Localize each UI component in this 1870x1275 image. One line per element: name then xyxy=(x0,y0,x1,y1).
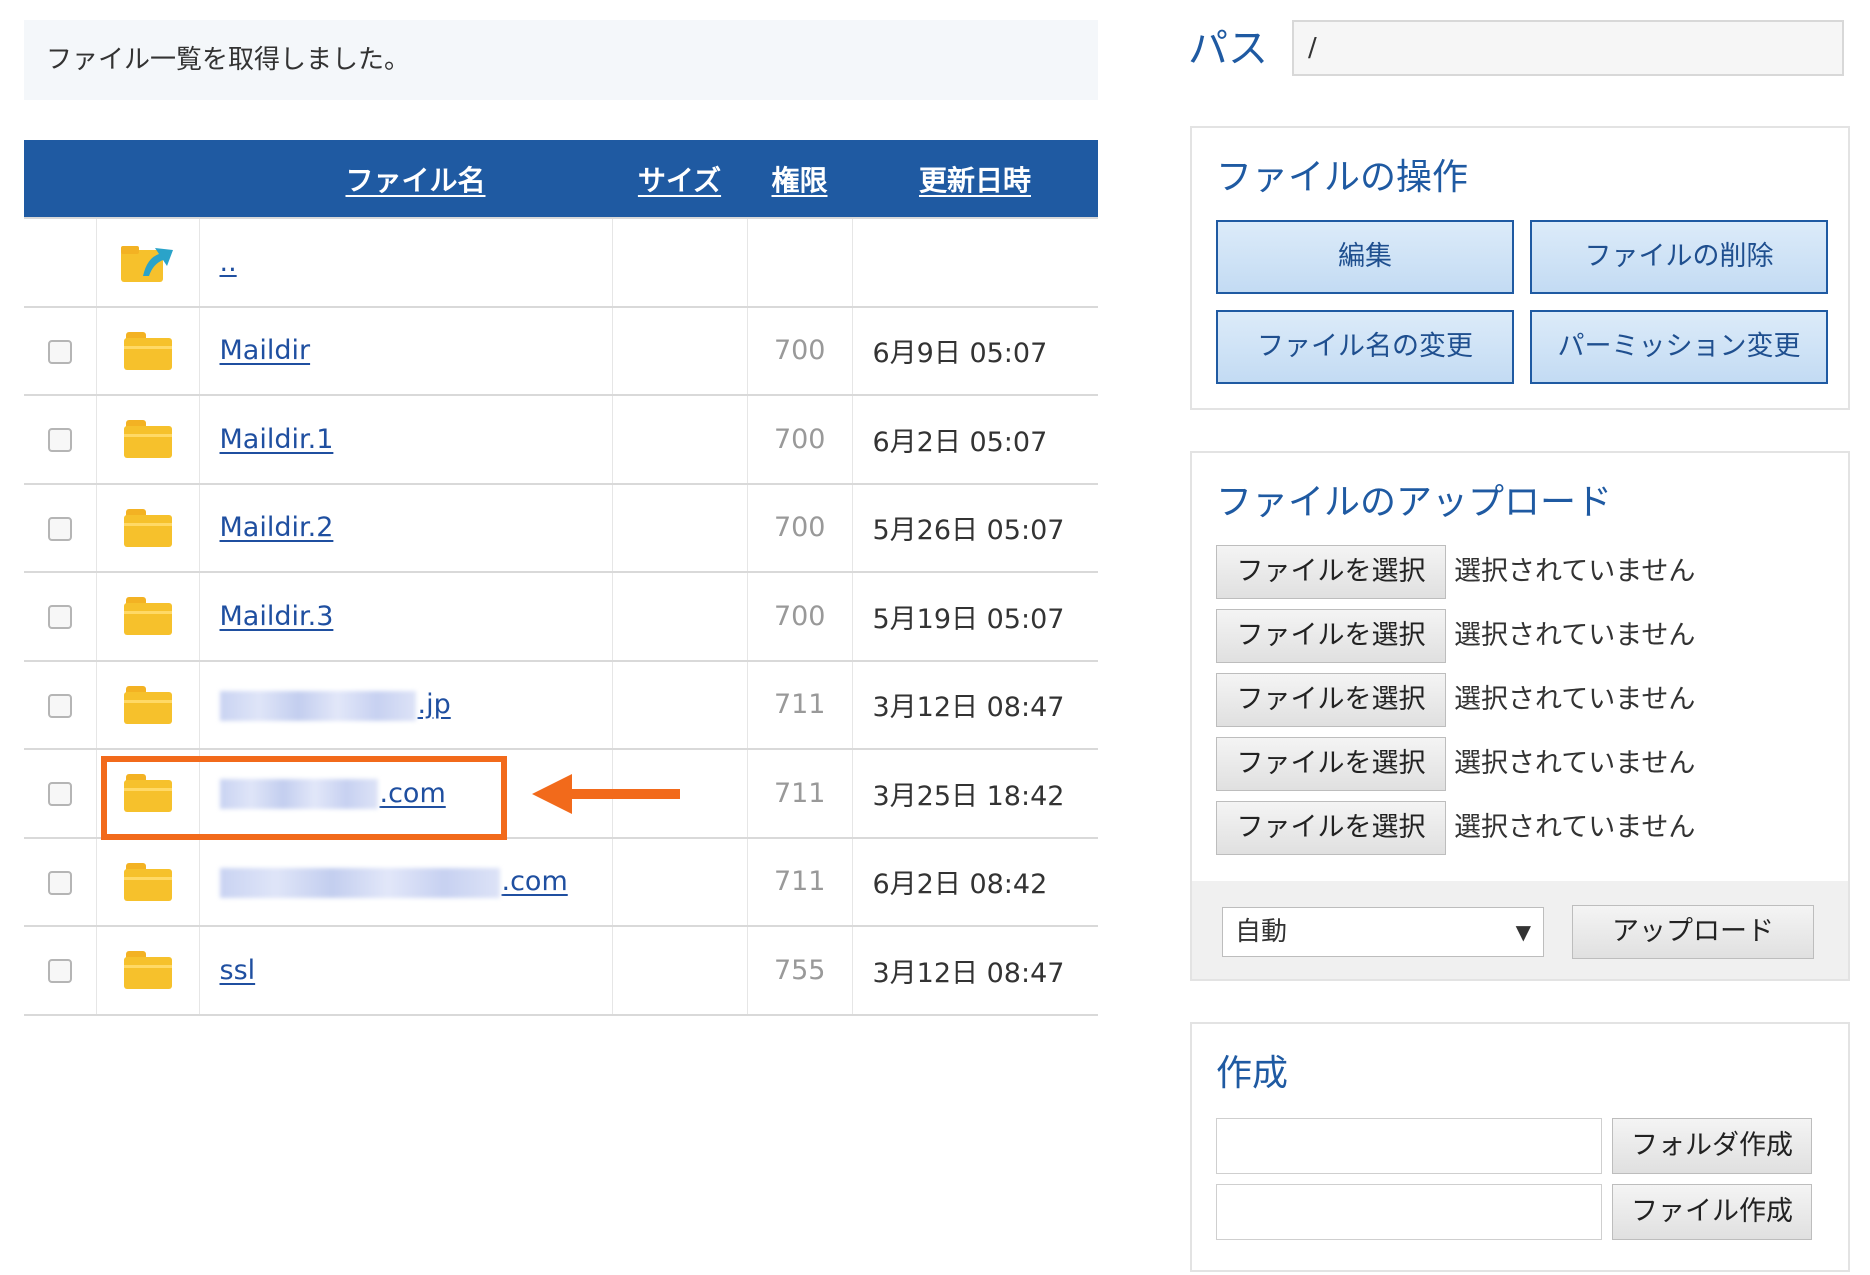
choose-file-button[interactable]: ファイルを選択 xyxy=(1216,609,1446,663)
edit-button[interactable]: 編集 xyxy=(1216,220,1514,294)
choose-file-button[interactable]: ファイルを選択 xyxy=(1216,545,1446,599)
panel-title: 作成 xyxy=(1216,1053,1289,1094)
header-size[interactable]: サイズ xyxy=(612,140,747,218)
rename-file-button[interactable]: ファイル名の変更 xyxy=(1216,310,1514,384)
row-checkbox[interactable] xyxy=(47,428,72,453)
create-panel: 作成 フォルダ作成 ファイル作成 xyxy=(1190,1022,1850,1272)
folder-link[interactable]: Maildir.1 xyxy=(220,424,334,455)
folder-icon xyxy=(123,951,172,990)
folder-icon xyxy=(123,420,172,459)
header-modified[interactable]: 更新日時 xyxy=(852,140,1098,218)
file-operations-panel: ファイルの操作 編集 ファイルの削除 ファイル名の変更 パーミッション変更 xyxy=(1190,126,1850,410)
row-checkbox[interactable] xyxy=(47,605,72,630)
upload-footer: 自動 ▼ アップロード xyxy=(1192,881,1848,979)
parent-directory-link[interactable]: .. xyxy=(220,247,237,278)
choose-file-button[interactable]: ファイルを選択 xyxy=(1216,801,1446,855)
no-file-selected-text: 選択されていません xyxy=(1454,556,1696,587)
permission-cell: 755 xyxy=(746,925,852,1016)
redacted-name-blur xyxy=(219,867,500,898)
table-row: .jp 711 3月12日 08:47 xyxy=(24,659,1098,749)
modified-cell: 3月25日 18:42 xyxy=(851,748,1098,838)
modified-cell: 3月12日 08:47 xyxy=(851,659,1098,749)
folder-link[interactable]: ssl xyxy=(220,955,256,986)
folder-icon xyxy=(123,774,172,813)
permission-cell: 711 xyxy=(746,836,852,926)
table-header-row: ファイル名 サイズ 権限 更新日時 xyxy=(24,140,1098,218)
choose-file-button[interactable]: ファイルを選択 xyxy=(1216,737,1446,791)
folder-icon xyxy=(123,331,172,370)
modified-cell: 3月12日 08:47 xyxy=(851,925,1098,1016)
folder-icon xyxy=(123,508,172,547)
folder-link-redacted[interactable]: .com xyxy=(219,866,568,898)
panel-title: ファイルの操作 xyxy=(1216,157,1469,198)
create-file-button[interactable]: ファイル作成 xyxy=(1612,1184,1812,1240)
permission-cell: 711 xyxy=(746,748,852,838)
choose-file-button[interactable]: ファイルを選択 xyxy=(1216,673,1446,727)
folder-icon xyxy=(123,862,172,901)
folder-icon xyxy=(123,597,172,636)
row-checkbox[interactable] xyxy=(47,870,72,895)
table-row: Maildir.1 700 6月2日 05:07 xyxy=(24,394,1098,484)
panel-title: ファイルのアップロード xyxy=(1216,482,1613,523)
no-file-selected-text: 選択されていません xyxy=(1454,684,1696,715)
parent-folder-icon xyxy=(119,246,177,283)
folder-link-redacted[interactable]: .jp xyxy=(219,689,451,721)
permission-cell: 700 xyxy=(746,482,852,572)
row-checkbox[interactable] xyxy=(47,782,72,807)
permission-cell: 700 xyxy=(746,394,852,484)
no-file-selected-text: 選択されていません xyxy=(1454,748,1696,779)
row-checkbox[interactable] xyxy=(47,339,72,364)
redacted-name-blur xyxy=(219,779,378,809)
upload-mode-select[interactable]: 自動 ▼ xyxy=(1222,907,1544,957)
table-row: ssl 755 3月12日 08:47 xyxy=(24,925,1098,1016)
no-file-selected-text: 選択されていません xyxy=(1454,620,1696,651)
file-name-input[interactable] xyxy=(1216,1184,1602,1240)
folder-link[interactable]: Maildir.2 xyxy=(220,512,334,543)
header-permission[interactable]: 権限 xyxy=(747,140,852,218)
redacted-name-blur xyxy=(219,690,416,721)
row-checkbox[interactable] xyxy=(47,693,72,718)
table-row: Maildir 700 6月9日 05:07 xyxy=(24,305,1098,395)
folder-name-input[interactable] xyxy=(1216,1118,1602,1174)
delete-file-button[interactable]: ファイルの削除 xyxy=(1530,220,1828,294)
table-row-parent: .. xyxy=(24,217,1098,307)
arrow-left-annotation-icon xyxy=(532,774,680,814)
header-check xyxy=(24,140,96,218)
path-input[interactable] xyxy=(1292,20,1844,76)
modified-cell: 6月2日 08:42 xyxy=(851,836,1098,926)
dropdown-caret-icon: ▼ xyxy=(1515,920,1531,944)
permission-cell: 700 xyxy=(746,571,852,661)
permission-cell: 700 xyxy=(746,305,852,395)
row-checkbox[interactable] xyxy=(47,516,72,541)
status-notice: ファイル一覧を取得しました。 xyxy=(24,20,1098,100)
modified-cell: 5月19日 05:07 xyxy=(851,571,1098,661)
upload-button[interactable]: アップロード xyxy=(1572,905,1814,959)
folder-link-redacted[interactable]: .com xyxy=(219,778,446,809)
permission-cell: 711 xyxy=(746,659,852,749)
file-upload-panel: ファイルのアップロード ファイルを選択 選択されていません ファイルを選択 選択… xyxy=(1190,451,1850,981)
row-checkbox[interactable] xyxy=(47,959,72,984)
change-permission-button[interactable]: パーミッション変更 xyxy=(1530,310,1828,384)
file-list-table: ファイル名 サイズ 権限 更新日時 .. Maildir 700 6月9日 05… xyxy=(24,140,1098,1016)
header-icon xyxy=(96,140,199,218)
folder-link[interactable]: Maildir.3 xyxy=(220,601,334,632)
folder-link[interactable]: Maildir xyxy=(220,335,311,366)
modified-cell: 5月26日 05:07 xyxy=(851,482,1098,572)
no-file-selected-text: 選択されていません xyxy=(1454,812,1696,843)
modified-cell: 6月2日 05:07 xyxy=(851,394,1098,484)
folder-icon xyxy=(123,685,172,724)
upload-mode-value: 自動 xyxy=(1235,917,1288,947)
table-row: Maildir.2 700 5月26日 05:07 xyxy=(24,482,1098,572)
header-filename[interactable]: ファイル名 xyxy=(199,140,612,218)
modified-cell: 6月9日 05:07 xyxy=(851,305,1098,395)
create-folder-button[interactable]: フォルダ作成 xyxy=(1612,1118,1812,1174)
table-row: Maildir.3 700 5月19日 05:07 xyxy=(24,571,1098,661)
table-row: .com 711 6月2日 08:42 xyxy=(24,836,1098,926)
path-label: パス xyxy=(1188,26,1268,72)
